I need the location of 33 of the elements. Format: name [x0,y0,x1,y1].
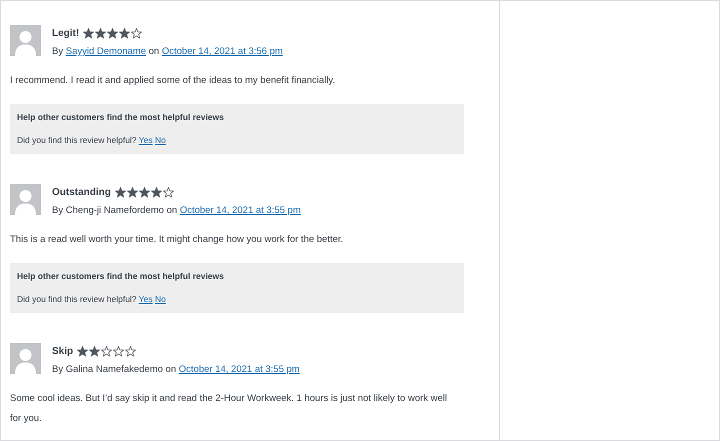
empty-star-icon [113,346,124,357]
no-link[interactable]: No [155,135,166,145]
date-link[interactable]: October 14, 2021 at 3:55 pm [180,205,301,216]
star-icon [114,187,126,198]
no-link[interactable]: No [155,294,166,304]
date-link[interactable]: October 14, 2021 at 3:55 pm [178,364,300,375]
yes-link[interactable]: Yes [138,294,153,304]
star-icon [95,28,106,39]
review-title: Outstanding [52,187,111,198]
review-byline: By Cheng-ji Namefordemo on October 14, 2021 at 3:55 pm [52,205,301,216]
author-link[interactable]: Sayyid Demoname [66,46,146,57]
review-text: I recommend. I read it and applied some of the ideas to my benefit financially. [10,74,336,88]
helpful-heading: Help other customers find the most helpful reviews [17,112,225,122]
star-icon [138,187,150,198]
empty-star-icon [125,346,136,357]
star-icon [107,28,118,39]
star-icon [150,187,162,198]
helpful-question: Did you find this review helpful? Yes No [17,294,167,304]
helpful-question: Did you find this review helpful? Yes No [17,135,167,145]
review-text: This is a read well worth your time. It might change how you work for the better. [10,233,344,247]
star-icon [77,346,88,357]
yes-link[interactable]: Yes [138,135,153,145]
review-byline: By Sayyid Demoname on October 14, 2021 at 3:56 pm [52,46,283,57]
star-icon [89,346,100,357]
date-link[interactable]: October 14, 2021 at 3:56 pm [162,46,283,57]
review-byline: By Galina Namefakedemo on October 14, 2021 at 3:55 pm [52,364,300,375]
star-icon [119,28,130,39]
review-text: Some cool ideas. But I’d say skip it and read the 2-Hour Workweek. 1 hours is just not likely to work well for you. [10,392,448,426]
review-title: Legit! [52,28,80,39]
review-title: Skip [52,346,74,357]
star-icon [126,187,138,198]
helpful-heading: Help other customers find the most helpful reviews [17,271,225,281]
star-icon [83,28,94,39]
